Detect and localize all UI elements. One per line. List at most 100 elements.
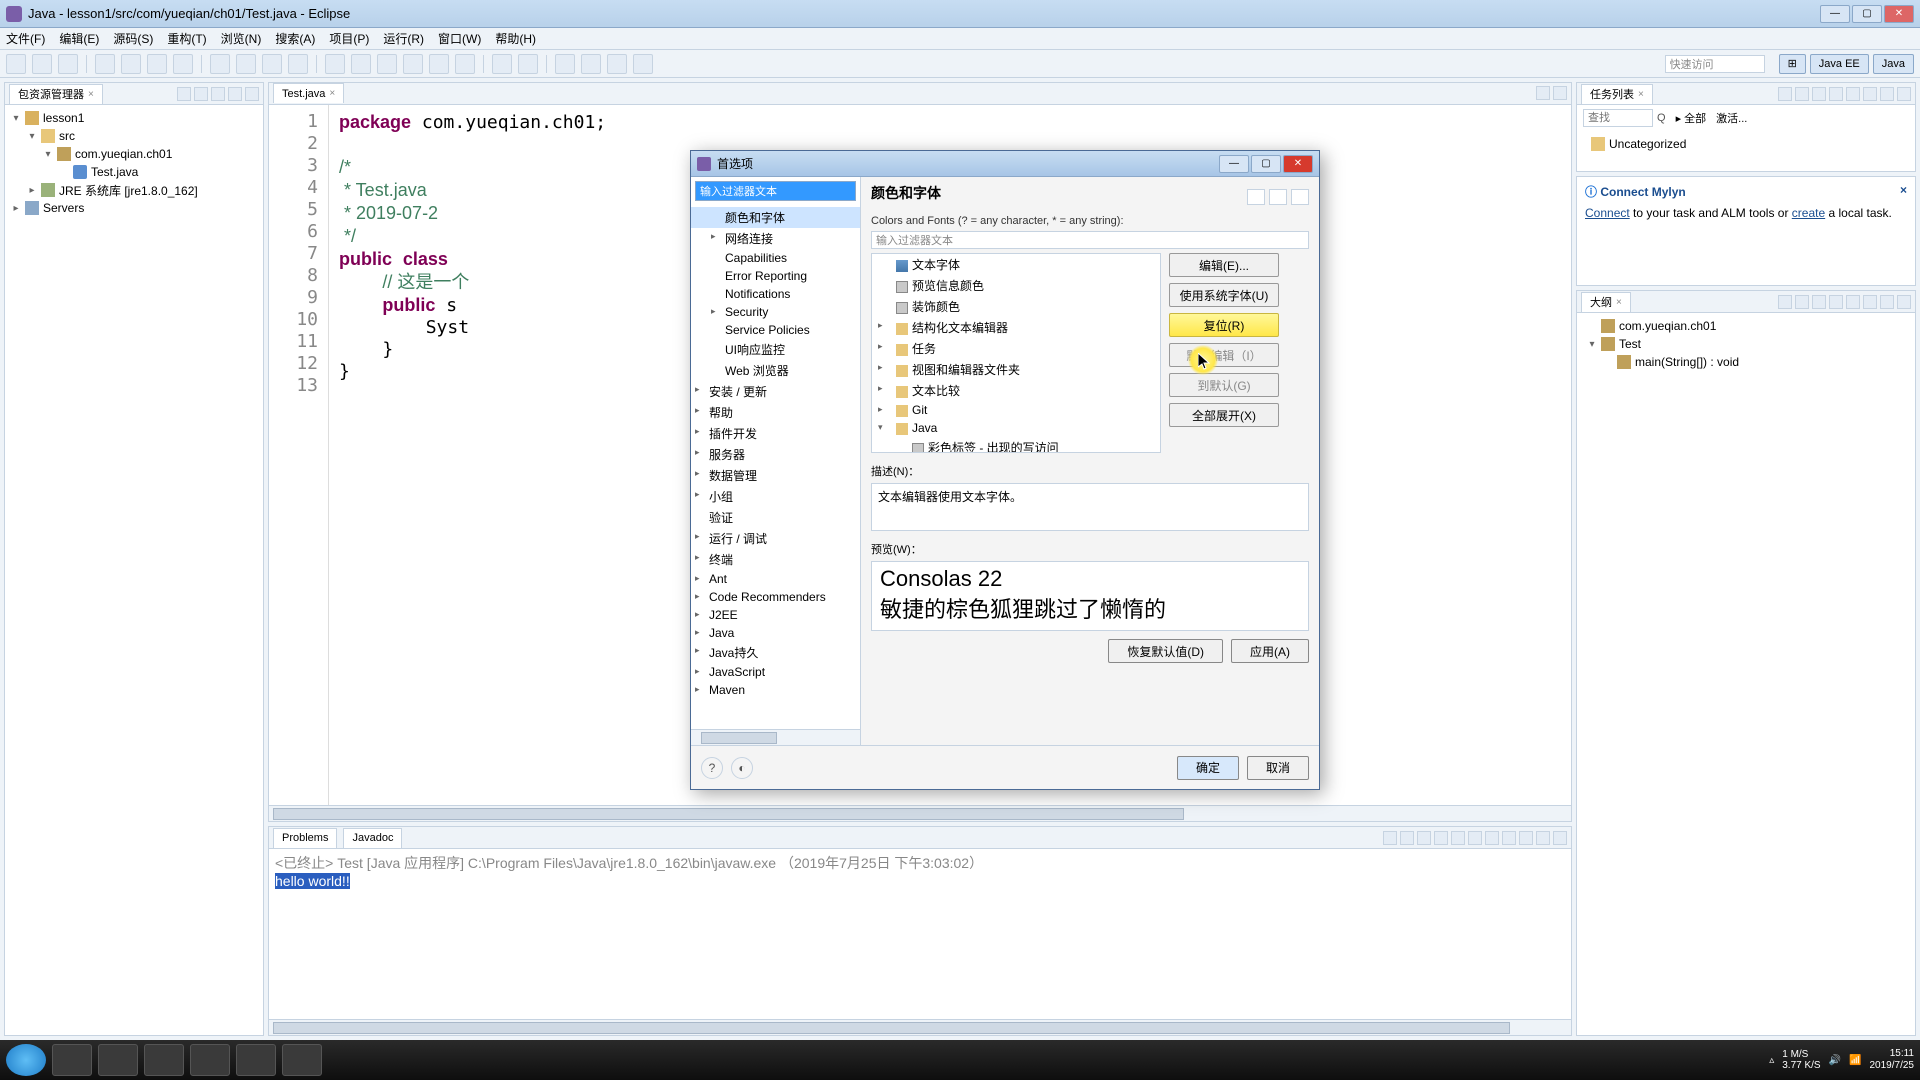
pref-category[interactable]: UI响应监控 xyxy=(691,339,860,360)
taskbar-chrome[interactable] xyxy=(52,1044,92,1076)
outline-node[interactable]: com.yueqian.ch01 xyxy=(1579,317,1913,335)
dialog-maximize-button[interactable]: ▢ xyxy=(1251,155,1281,173)
open-perspective-button[interactable]: ⊞ xyxy=(1779,54,1806,74)
debug-button[interactable] xyxy=(210,54,230,74)
font-tree-item[interactable]: 彩色标签 - 出现的写访问 xyxy=(872,437,1160,453)
outline-node[interactable]: ▾Test xyxy=(1579,335,1913,353)
tree-node[interactable]: Test.java xyxy=(7,163,261,181)
task-tool-button[interactable] xyxy=(1795,87,1809,101)
tool-button[interactable] xyxy=(555,54,575,74)
view-menu-button[interactable] xyxy=(211,87,225,101)
save-all-button[interactable] xyxy=(58,54,78,74)
close-icon[interactable]: × xyxy=(329,88,335,99)
edit-default-button[interactable]: 默认编辑（I） xyxy=(1169,343,1279,367)
outline-tool-button[interactable] xyxy=(1812,295,1826,309)
pref-tree-hscroll[interactable] xyxy=(691,729,860,745)
tool-button[interactable] xyxy=(351,54,371,74)
task-tool-button[interactable] xyxy=(1863,87,1877,101)
perspective-java[interactable]: Java xyxy=(1873,54,1914,74)
use-system-font-button[interactable]: 使用系统字体(U) xyxy=(1169,283,1279,307)
task-find-input[interactable] xyxy=(1583,109,1653,127)
dialog-minimize-button[interactable]: — xyxy=(1219,155,1249,173)
editor-hscroll[interactable] xyxy=(269,805,1571,821)
minimize-panel-button[interactable] xyxy=(1880,87,1894,101)
pref-category[interactable]: ▸J2EE xyxy=(691,606,860,624)
taskbar-eclipse[interactable] xyxy=(282,1044,322,1076)
pref-filter-input[interactable]: 输入过滤器文本 xyxy=(695,181,856,201)
nav-forward-button[interactable] xyxy=(1269,189,1287,205)
close-icon[interactable]: × xyxy=(1900,183,1907,197)
font-tree-item[interactable]: 装饰颜色 xyxy=(872,296,1160,317)
tray-icon[interactable]: 🔊 xyxy=(1829,1055,1841,1066)
tool-button[interactable] xyxy=(325,54,345,74)
console-tool-button[interactable] xyxy=(1400,831,1414,845)
font-tree-item[interactable]: ▸结构化文本编辑器 xyxy=(872,317,1160,338)
tool-button[interactable] xyxy=(607,54,627,74)
tool-button[interactable] xyxy=(492,54,512,74)
tray-icon[interactable]: ▵ xyxy=(1769,1055,1774,1066)
pref-category[interactable]: ▸运行 / 调试 xyxy=(691,528,860,549)
create-link[interactable]: create xyxy=(1792,206,1825,220)
maximize-panel-button[interactable] xyxy=(1897,87,1911,101)
pref-category[interactable]: Web 浏览器 xyxy=(691,360,860,381)
save-button[interactable] xyxy=(32,54,52,74)
pref-category[interactable]: ▸JavaScript xyxy=(691,663,860,681)
dialog-close-button[interactable]: ✕ xyxy=(1283,155,1313,173)
go-to-default-button[interactable]: 到默认(G) xyxy=(1169,373,1279,397)
tree-node[interactable]: ▸Servers xyxy=(7,199,261,217)
pref-category[interactable]: ▸Security xyxy=(691,303,860,321)
coverage-button[interactable] xyxy=(262,54,282,74)
task-activate-link[interactable]: 激活... xyxy=(1716,110,1747,126)
menu-edit[interactable]: 编辑(E) xyxy=(59,30,99,47)
minimize-button[interactable]: — xyxy=(1820,5,1850,23)
tree-node[interactable]: ▸JRE 系统库 [jre1.8.0_162] xyxy=(7,181,261,199)
dialog-titlebar[interactable]: 首选项 — ▢ ✕ xyxy=(691,151,1319,177)
tool-button[interactable] xyxy=(377,54,397,74)
taskbar-notepad[interactable] xyxy=(236,1044,276,1076)
maximize-panel-button[interactable] xyxy=(1553,86,1567,100)
tool-button[interactable] xyxy=(455,54,475,74)
menu-run[interactable]: 运行(R) xyxy=(383,30,424,47)
menu-help[interactable]: 帮助(H) xyxy=(495,30,536,47)
maximize-panel-button[interactable] xyxy=(245,87,259,101)
menu-navigate[interactable]: 浏览(N) xyxy=(221,30,262,47)
tool-button[interactable] xyxy=(518,54,538,74)
pref-category[interactable]: ▸插件开发 xyxy=(691,423,860,444)
help-button[interactable]: ? xyxy=(701,757,723,779)
console-tool-button[interactable] xyxy=(1485,831,1499,845)
pref-category[interactable]: ▸Ant xyxy=(691,570,860,588)
import-export-button[interactable]: ◐ xyxy=(731,757,753,779)
perspective-javaee[interactable]: Java EE xyxy=(1810,54,1869,74)
system-tray[interactable]: ▵ 1 M/S 3.77 K/S 🔊 📶 15:11 2019/7/25 xyxy=(1769,1048,1914,1072)
view-toolbar-button[interactable] xyxy=(177,87,191,101)
pref-category[interactable]: ▸数据管理 xyxy=(691,465,860,486)
console-hscroll[interactable] xyxy=(269,1019,1571,1035)
tab-javadoc[interactable]: Javadoc xyxy=(343,828,402,848)
ext-tools-button[interactable] xyxy=(288,54,308,74)
outline-tool-button[interactable] xyxy=(1829,295,1843,309)
expand-all-button[interactable]: 全部展开(X) xyxy=(1169,403,1279,427)
menu-window[interactable]: 窗口(W) xyxy=(438,30,481,47)
close-button[interactable]: ✕ xyxy=(1884,5,1914,23)
cancel-button[interactable]: 取消 xyxy=(1247,756,1309,780)
maximize-button[interactable]: ▢ xyxy=(1852,5,1882,23)
font-tree[interactable]: 文本字体预览信息颜色装饰颜色▸结构化文本编辑器▸任务▸视图和编辑器文件夹▸文本比… xyxy=(871,253,1161,453)
close-icon[interactable]: × xyxy=(1616,297,1622,308)
menu-project[interactable]: 项目(P) xyxy=(329,30,369,47)
tree-node[interactable]: ▾src xyxy=(7,127,261,145)
tab-outline[interactable]: 大纲 × xyxy=(1581,292,1631,312)
reset-button[interactable]: 复位(R) xyxy=(1169,313,1279,337)
font-filter-input[interactable]: 输入过滤器文本 xyxy=(871,231,1309,249)
console-tool-button[interactable] xyxy=(1468,831,1482,845)
font-tree-item[interactable]: ▾Java xyxy=(872,419,1160,437)
start-button[interactable] xyxy=(6,1044,46,1076)
new-button[interactable] xyxy=(6,54,26,74)
tab-problems[interactable]: Problems xyxy=(273,828,337,848)
task-tool-button[interactable] xyxy=(1778,87,1792,101)
maximize-panel-button[interactable] xyxy=(1553,831,1567,845)
font-tree-item[interactable]: 预览信息颜色 xyxy=(872,275,1160,296)
restore-defaults-button[interactable]: 恢复默认值(D) xyxy=(1108,639,1223,663)
connect-link[interactable]: Connect xyxy=(1585,206,1630,220)
outline-tool-button[interactable] xyxy=(1778,295,1792,309)
task-category[interactable]: Uncategorized xyxy=(1587,135,1913,153)
